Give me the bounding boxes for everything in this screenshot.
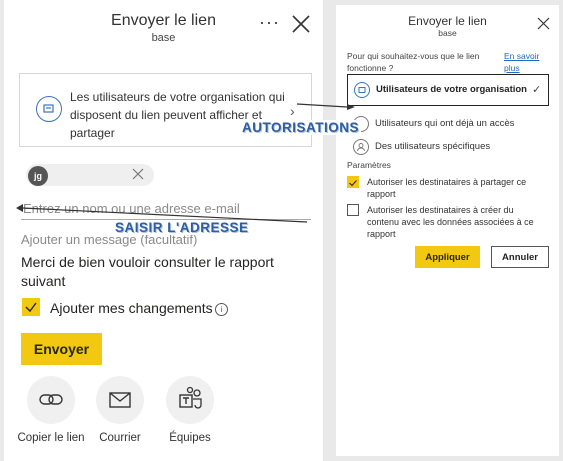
- annotation-arrows: [16, 103, 355, 223]
- permissions-arrow-head: [347, 104, 355, 110]
- permissions-callout: AUTORISATIONS: [240, 120, 362, 135]
- address-arrow-head: [16, 204, 23, 212]
- permissions-arrow-line: [296, 103, 348, 108]
- address-callout: SAISIR L'ADRESSE: [113, 220, 251, 235]
